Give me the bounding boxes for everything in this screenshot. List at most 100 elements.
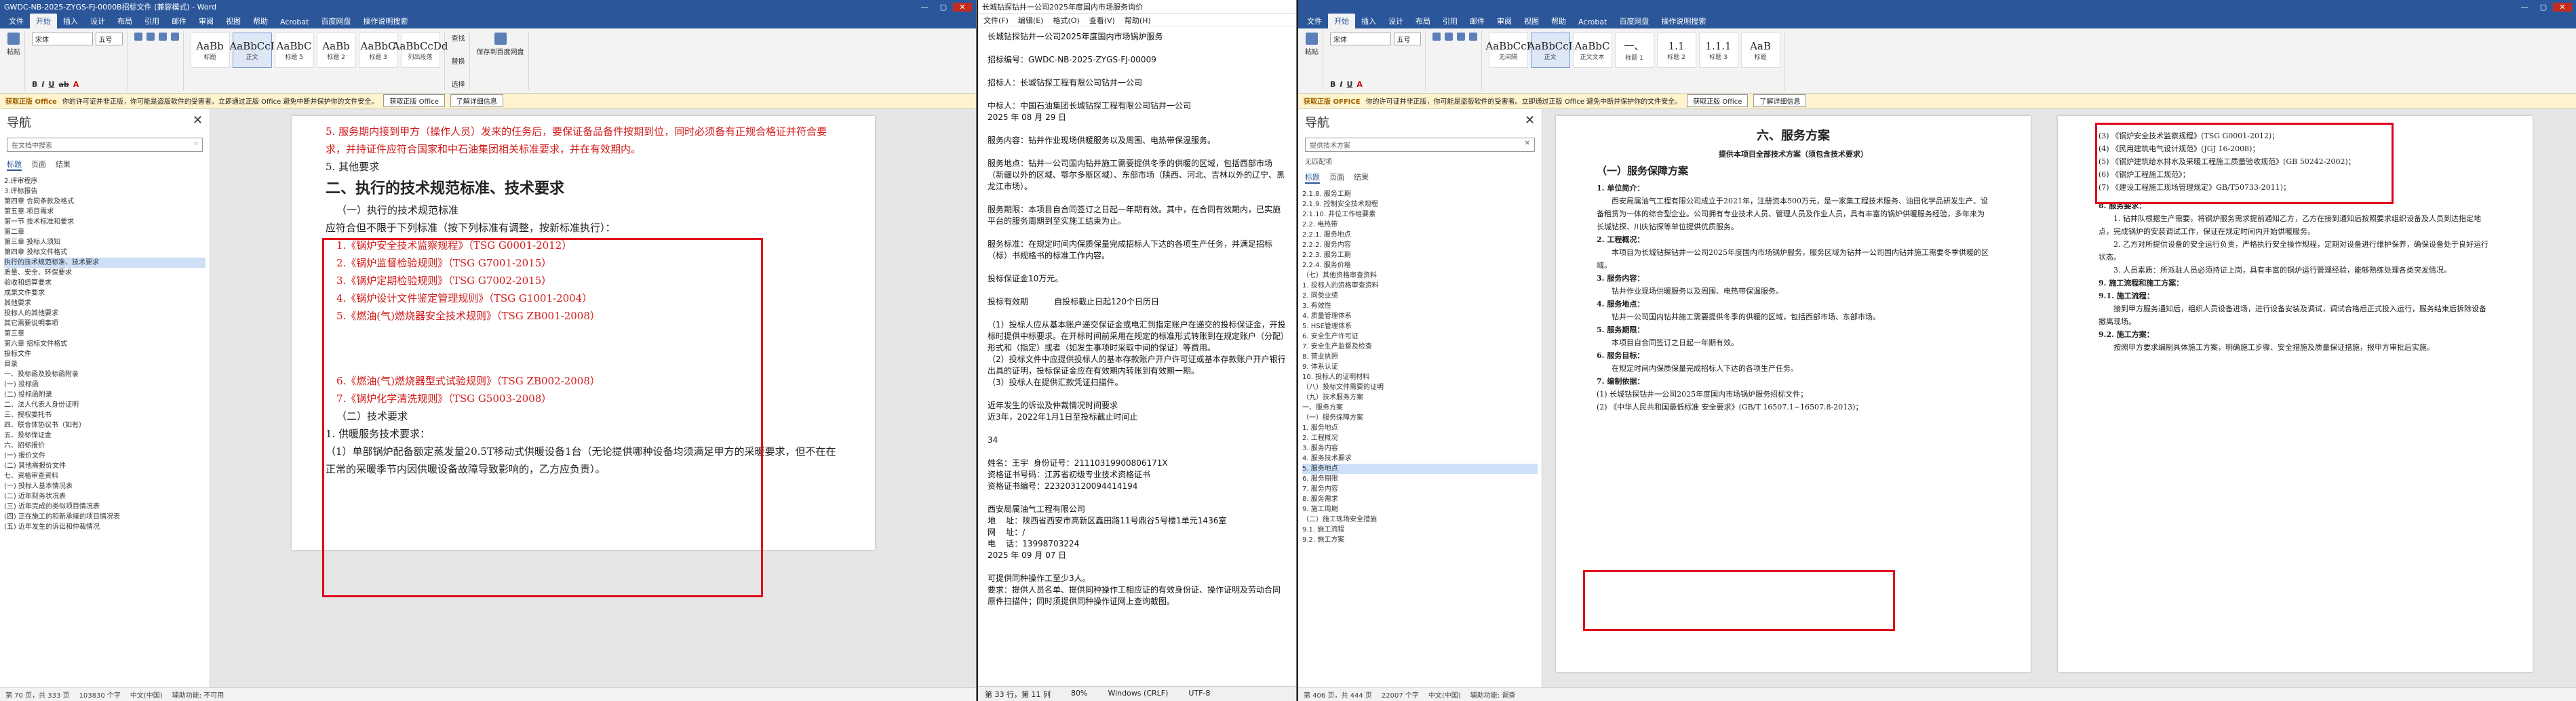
nav-heading-item[interactable]: 六、招标报价 [4, 441, 206, 451]
nav-search-input[interactable]: 提供技术方案 ✕ [1305, 138, 1535, 152]
nav-heading-item[interactable]: 质量、安全、环保要求 [4, 268, 206, 278]
tab-file[interactable]: 文件 [1301, 14, 1328, 28]
bullets-icon[interactable] [134, 33, 142, 41]
nav-heading-item[interactable]: 第三章 投标人须知 [4, 237, 206, 247]
nav-heading-item[interactable]: （九）技术服务方案 [1302, 393, 1538, 403]
nav-heading-item[interactable]: 第六章 招标文件格式 [4, 339, 206, 349]
font-color-button[interactable]: A [1357, 80, 1363, 89]
nav-heading-item[interactable]: 1. 投标人的资格审查资料 [1302, 281, 1538, 291]
nav-heading-item[interactable]: 5. 服务地点 [1302, 464, 1538, 474]
font-size-select[interactable]: 五号 [95, 33, 123, 45]
nav-heading-item[interactable]: 其它需要说明事项 [4, 319, 206, 329]
italic-button[interactable]: I [41, 80, 44, 89]
nav-heading-item[interactable]: 2.1.10. 井位工作组要素 [1302, 209, 1538, 220]
menu-view[interactable]: 查看(V) [1089, 15, 1115, 25]
nav-heading-item[interactable]: 五、投标保证金 [4, 430, 206, 441]
nav-heading-item[interactable]: 4. 服务技术要求 [1302, 454, 1538, 464]
nav-heading-item[interactable]: 第一节 技术标准和要求 [4, 217, 206, 227]
nav-heading-item[interactable]: 一、投标函及投标函附录 [4, 369, 206, 380]
style-heading1[interactable]: 一、 标题 1 [1614, 33, 1654, 68]
nav-heading-item[interactable]: 三、授权委托书 [4, 410, 206, 420]
menu-file[interactable]: 文件(F) [983, 15, 1009, 25]
nav-heading-item[interactable]: （八）投标文件需要的证明 [1302, 382, 1538, 393]
tab-baidu[interactable]: 百度网盘 [1613, 14, 1655, 28]
get-genuine-button[interactable]: 获取正版 Office [383, 94, 445, 107]
nav-heading-item[interactable]: 2.2. 电热带 [1302, 220, 1538, 230]
select-button[interactable]: 选择 [452, 79, 465, 89]
get-genuine-button[interactable]: 获取正版 Office [1687, 94, 1749, 107]
style-list-paragraph[interactable]: AaBbCcDd 列出段落 [393, 33, 448, 68]
nav-heading-item[interactable]: 1. 服务地点 [1302, 423, 1538, 433]
nav-heading-item[interactable]: 9.1. 施工流程 [1302, 525, 1538, 535]
nav-heading-item[interactable]: 5. HSE管理体系 [1302, 321, 1538, 332]
tab-review[interactable]: 审阅 [1491, 14, 1518, 28]
paste-button[interactable]: 粘贴 [7, 33, 20, 56]
style-title[interactable]: AaBb 标题 [190, 33, 230, 68]
nav-heading-item[interactable]: 3. 服务内容 [1302, 443, 1538, 454]
nav-heading-item[interactable]: （七）其他资格审查资料 [1302, 271, 1538, 281]
tab-file[interactable]: 文件 [3, 14, 30, 28]
tab-baidu[interactable]: 百度网盘 [315, 14, 357, 28]
menu-format[interactable]: 格式(O) [1053, 15, 1079, 25]
nav-heading-item[interactable]: (一) 报价文件 [4, 451, 206, 461]
tab-mailings[interactable]: 邮件 [165, 14, 193, 28]
align-left-icon[interactable] [1456, 33, 1465, 41]
nav-heading-item[interactable]: 2. 同类业绩 [1302, 291, 1538, 301]
nav-heading-item[interactable]: 第五章 项目需求 [4, 207, 206, 217]
font-name-select[interactable]: 宋体 [32, 33, 93, 45]
nav-heading-item[interactable]: (二) 投标函附录 [4, 390, 206, 400]
nav-heading-item[interactable]: (一) 投标人基本情况表 [4, 481, 206, 492]
maximize-button[interactable]: ▢ [2534, 3, 2553, 12]
nav-heading-item[interactable]: 2.2.4. 服务价格 [1302, 260, 1538, 271]
tab-mailings[interactable]: 邮件 [1464, 14, 1491, 28]
tab-insert[interactable]: 插入 [57, 14, 84, 28]
nav-heading-item[interactable]: 2. 工程概况 [1302, 433, 1538, 443]
tab-view[interactable]: 视图 [1518, 14, 1545, 28]
nav-heading-item[interactable]: 10. 投标人的证明材料 [1302, 372, 1538, 382]
nav-heading-item[interactable]: 7. 服务内容 [1302, 484, 1538, 494]
learn-more-button[interactable]: 了解详细信息 [1753, 94, 1807, 107]
nav-heading-item[interactable]: 3. 有效性 [1302, 301, 1538, 311]
nav-tab-headings[interactable]: 标题 [7, 159, 22, 171]
nav-heading-item[interactable]: 2.2.1. 服务地点 [1302, 230, 1538, 240]
tab-design[interactable]: 设计 [1382, 14, 1409, 28]
nav-heading-item[interactable]: (一) 投标函 [4, 380, 206, 390]
nav-heading-item[interactable]: 验收和结算要求 [4, 278, 206, 288]
nav-heading-item[interactable]: 四、联合体协议书（如有） [4, 420, 206, 430]
tab-layout[interactable]: 布局 [1409, 14, 1437, 28]
style-normal[interactable]: AaBbCcI 正文 [229, 33, 275, 68]
nav-heading-item[interactable]: 2.评审程序 [4, 176, 206, 186]
nav-heading-item[interactable]: 6. 服务期限 [1302, 474, 1538, 484]
italic-button[interactable]: I [1340, 80, 1342, 89]
nav-heading-item[interactable]: (二) 其他需报价文件 [4, 461, 206, 471]
menu-help[interactable]: 帮助(H) [1125, 15, 1151, 25]
learn-more-button[interactable]: 了解详细信息 [450, 94, 503, 107]
nav-heading-item[interactable]: 9. 施工周期 [1302, 504, 1538, 515]
nav-heading-item[interactable]: (四) 正在施工的和新承接的项目情况表 [4, 512, 206, 522]
nav-heading-item[interactable]: 7. 安全生产监督及检查 [1302, 342, 1538, 352]
nav-heading-item[interactable]: 执行的技术规范标准、技术要求 [4, 258, 206, 268]
close-button[interactable]: ✕ [953, 2, 972, 12]
nav-heading-item[interactable]: 二、法人代表人身份证明 [4, 400, 206, 410]
style-body-text[interactable]: AaBbC 正文文本 [1572, 33, 1612, 68]
style-normal[interactable]: AaBbCcI 正文 [1527, 33, 1573, 68]
tab-view[interactable]: 视图 [220, 14, 247, 28]
tab-design[interactable]: 设计 [84, 14, 111, 28]
maximize-button[interactable]: ▢ [934, 3, 953, 12]
nav-heading-item[interactable]: 2.2.2. 服务内容 [1302, 240, 1538, 250]
font-name-select[interactable]: 宋体 [1330, 33, 1391, 45]
nav-heading-item[interactable]: (五) 近年发生的诉讼和仲裁情况 [4, 522, 206, 532]
nav-heading-item[interactable]: 2.1.8. 服务工期 [1302, 189, 1538, 199]
nav-heading-item[interactable]: 4. 质量管理体系 [1302, 311, 1538, 321]
nav-heading-item[interactable]: (二) 近年财务状况表 [4, 492, 206, 502]
nav-heading-item[interactable]: 目录 [4, 359, 206, 369]
bold-button[interactable]: B [32, 80, 37, 89]
tell-me-search[interactable]: 操作说明搜索 [1655, 14, 1712, 28]
align-center-icon[interactable] [1468, 33, 1477, 41]
nav-heading-item[interactable]: 9. 体系认证 [1302, 362, 1538, 372]
nav-heading-item[interactable]: （一）服务保障方案 [1302, 413, 1538, 423]
nav-heading-item[interactable]: 投标人的其他要求 [4, 308, 206, 319]
style-heading3[interactable]: 1.1.1 标题 3 [1698, 33, 1738, 68]
font-size-select[interactable]: 五号 [1393, 33, 1421, 45]
numbering-icon[interactable] [1444, 33, 1453, 41]
